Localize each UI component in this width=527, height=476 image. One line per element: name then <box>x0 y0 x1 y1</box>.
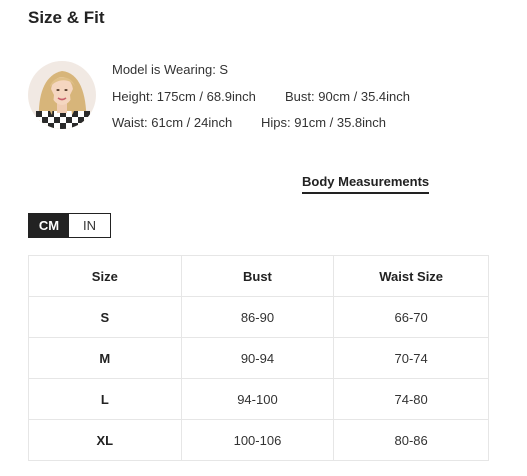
bust-cell: 100-106 <box>180 419 335 461</box>
unit-toggle: CM IN <box>28 213 111 238</box>
table-row: XL 100-106 80-86 <box>28 419 489 461</box>
table-row: M 90-94 70-74 <box>28 337 489 379</box>
size-cell: L <box>28 378 182 420</box>
section-title: Size & Fit <box>28 8 105 27</box>
waist-cell: 70-74 <box>333 337 489 379</box>
size-cell: S <box>28 296 182 338</box>
model-hips-text: Hips: 91cm / 35.8inch <box>261 115 387 130</box>
model-bust-text: Bust: 90cm / 35.4inch <box>285 89 411 104</box>
model-wearing-text: Model is Wearing: S <box>112 62 229 77</box>
header-bust: Bust <box>180 255 335 297</box>
table-row: S 86-90 66-70 <box>28 296 489 338</box>
bust-cell: 86-90 <box>180 296 335 338</box>
size-cell: XL <box>28 419 182 461</box>
header-waist-size: Waist Size <box>333 255 489 297</box>
bust-cell: 90-94 <box>180 337 335 379</box>
unit-cm-button[interactable]: CM <box>29 214 69 237</box>
header-size: Size <box>28 255 182 297</box>
waist-cell: 74-80 <box>333 378 489 420</box>
waist-cell: 66-70 <box>333 296 489 338</box>
model-height-text: Height: 175cm / 68.9inch <box>112 89 256 104</box>
model-avatar <box>28 61 96 129</box>
unit-in-button[interactable]: IN <box>69 214 110 237</box>
size-fit-panel: Size & Fit Model is Wearing: S Height: 1… <box>0 0 527 476</box>
size-cell: M <box>28 337 182 379</box>
table-header-row: Size Bust Waist Size <box>28 255 489 297</box>
model-waist-text: Waist: 61cm / 24inch <box>112 115 233 130</box>
size-chart-table: Size Bust Waist Size S 86-90 66-70 M 90-… <box>28 255 489 461</box>
table-row: L 94-100 74-80 <box>28 378 489 420</box>
waist-cell: 80-86 <box>333 419 489 461</box>
tab-body-measurements[interactable]: Body Measurements <box>302 174 430 194</box>
bust-cell: 94-100 <box>180 378 335 420</box>
